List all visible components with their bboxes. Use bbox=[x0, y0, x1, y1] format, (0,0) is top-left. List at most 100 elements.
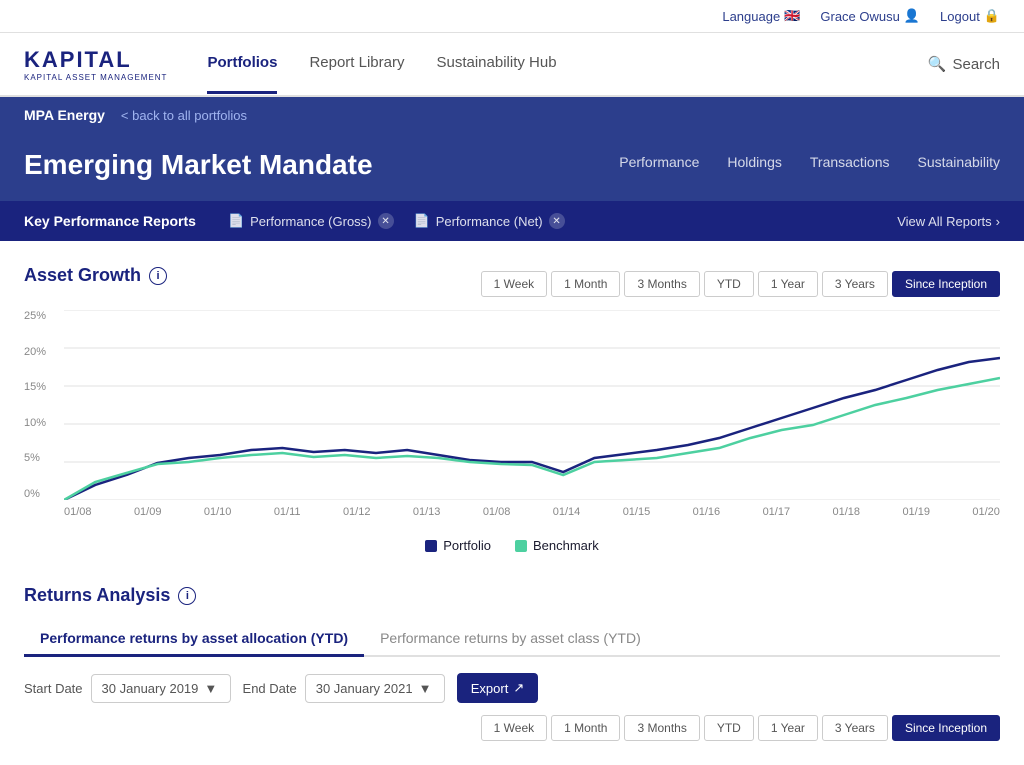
chevron-down-icon: ▼ bbox=[204, 681, 217, 696]
user-profile-link[interactable]: Grace Owusu 👤 bbox=[820, 8, 920, 24]
nav-search-button[interactable]: 🔍 Search bbox=[928, 55, 1000, 73]
end-date-select[interactable]: 30 January 2021 ▼ bbox=[305, 674, 445, 703]
start-date-control: Start Date 30 January 2019 ▼ bbox=[24, 674, 231, 703]
report-performance-gross[interactable]: 📄 Performance (Gross) ✕ bbox=[228, 213, 394, 229]
filter-since-inception[interactable]: Since Inception bbox=[892, 271, 1000, 297]
legend-portfolio-dot bbox=[425, 540, 437, 552]
x-label-0109: 01/09 bbox=[134, 506, 162, 530]
portfolio-line bbox=[64, 358, 1000, 500]
tab-sustainability[interactable]: Sustainability bbox=[918, 154, 1001, 176]
returns-time-filter: 1 Week 1 Month 3 Months YTD 1 Year 3 Yea… bbox=[481, 715, 1000, 741]
nav-portfolios[interactable]: Portfolios bbox=[207, 34, 277, 94]
start-date-label: Start Date bbox=[24, 681, 83, 696]
portfolio-title: Emerging Market Mandate bbox=[24, 149, 373, 181]
export-icon: ↗ bbox=[513, 680, 524, 696]
x-label-0120: 01/20 bbox=[972, 506, 1000, 530]
logout-label: Logout bbox=[940, 9, 980, 24]
y-label-0: 0% bbox=[24, 488, 60, 500]
filter-1week[interactable]: 1 Week bbox=[481, 271, 547, 297]
benchmark-line bbox=[64, 378, 1000, 500]
asset-growth-info-icon[interactable]: i bbox=[149, 267, 167, 285]
x-label-0111: 01/11 bbox=[274, 506, 301, 530]
flag-icon: 🇬🇧 bbox=[784, 8, 800, 24]
report-gross-close[interactable]: ✕ bbox=[378, 213, 394, 229]
x-label-0115: 01/15 bbox=[623, 506, 651, 530]
returns-filter-3months[interactable]: 3 Months bbox=[624, 715, 699, 741]
tab-performance[interactable]: Performance bbox=[619, 154, 699, 176]
key-performance-reports-title: Key Performance Reports bbox=[24, 213, 196, 229]
returns-filter-1year[interactable]: 1 Year bbox=[758, 715, 818, 741]
export-label: Export bbox=[471, 681, 509, 696]
asset-growth-time-filter: 1 Week 1 Month 3 Months YTD 1 Year 3 Yea… bbox=[481, 271, 1000, 297]
filter-3years[interactable]: 3 Years bbox=[822, 271, 888, 297]
language-link[interactable]: Language 🇬🇧 bbox=[722, 8, 800, 24]
x-label-0118: 01/18 bbox=[833, 506, 861, 530]
returns-analysis-label: Returns Analysis bbox=[24, 585, 170, 606]
returns-analysis-info-icon[interactable]: i bbox=[178, 587, 196, 605]
y-label-25: 25% bbox=[24, 310, 60, 322]
main-content: Asset Growth i 1 Week 1 Month 3 Months Y… bbox=[0, 241, 1024, 765]
asset-growth-section: Asset Growth i 1 Week 1 Month 3 Months Y… bbox=[24, 265, 1000, 553]
tab-transactions[interactable]: Transactions bbox=[810, 154, 890, 176]
y-label-20: 20% bbox=[24, 346, 60, 358]
user-name: Grace Owusu bbox=[820, 9, 899, 24]
lock-icon: 🔒 bbox=[984, 8, 1000, 24]
returns-analysis-section: Returns Analysis i Performance returns b… bbox=[24, 585, 1000, 741]
x-label-0110: 01/10 bbox=[204, 506, 232, 530]
returns-filter-3years[interactable]: 3 Years bbox=[822, 715, 888, 741]
search-label: Search bbox=[952, 56, 1000, 73]
x-label-0117: 01/17 bbox=[763, 506, 791, 530]
returns-controls: Start Date 30 January 2019 ▼ End Date 30… bbox=[24, 673, 1000, 741]
returns-filter-ytd[interactable]: YTD bbox=[704, 715, 754, 741]
chart-legend: Portfolio Benchmark bbox=[24, 538, 1000, 553]
tab-asset-allocation[interactable]: Performance returns by asset allocation … bbox=[24, 622, 364, 657]
nav-links: Portfolios Report Library Sustainability… bbox=[207, 34, 927, 94]
report-net-label: Performance (Net) bbox=[436, 214, 543, 229]
nav-report-library[interactable]: Report Library bbox=[309, 34, 404, 94]
filter-1year[interactable]: 1 Year bbox=[758, 271, 818, 297]
logout-link[interactable]: Logout 🔒 bbox=[940, 8, 1000, 24]
chart-y-labels: 25% 20% 15% 10% 5% 0% bbox=[24, 310, 60, 500]
returns-filter-since-inception[interactable]: Since Inception bbox=[892, 715, 1000, 741]
x-label-0108b: 01/08 bbox=[483, 506, 511, 530]
filter-ytd[interactable]: YTD bbox=[704, 271, 754, 297]
export-button[interactable]: Export ↗ bbox=[457, 673, 538, 703]
logo-subtitle: KAPITAL ASSET MANAGEMENT bbox=[24, 73, 167, 82]
portfolio-tabs: Performance Holdings Transactions Sustai… bbox=[619, 154, 1000, 176]
x-label-0119: 01/19 bbox=[902, 506, 930, 530]
top-bar: Language 🇬🇧 Grace Owusu 👤 Logout 🔒 bbox=[0, 0, 1024, 33]
document-icon-net: 📄 bbox=[414, 213, 430, 229]
x-label-0112: 01/12 bbox=[343, 506, 371, 530]
end-date-chevron-icon: ▼ bbox=[419, 681, 432, 696]
nav-bar: KAPITAL KAPITAL ASSET MANAGEMENT Portfol… bbox=[0, 33, 1024, 97]
view-all-reports-link[interactable]: View All Reports › bbox=[897, 214, 1000, 229]
legend-benchmark-dot bbox=[515, 540, 527, 552]
y-label-5: 5% bbox=[24, 452, 60, 464]
logo-title: KAPITAL bbox=[24, 47, 167, 73]
report-net-close[interactable]: ✕ bbox=[549, 213, 565, 229]
y-label-10: 10% bbox=[24, 417, 60, 429]
nav-sustainability-hub[interactable]: Sustainability Hub bbox=[436, 34, 556, 94]
legend-benchmark: Benchmark bbox=[515, 538, 599, 553]
chart-x-labels: 01/08 01/09 01/10 01/11 01/12 01/13 01/0… bbox=[64, 506, 1000, 530]
breadcrumb-bar: MPA Energy < back to all portfolios bbox=[0, 97, 1024, 133]
legend-portfolio-label: Portfolio bbox=[443, 538, 491, 553]
y-label-15: 15% bbox=[24, 381, 60, 393]
returns-filter-1week[interactable]: 1 Week bbox=[481, 715, 547, 741]
start-date-value: 30 January 2019 bbox=[102, 681, 199, 696]
filter-3months[interactable]: 3 Months bbox=[624, 271, 699, 297]
legend-portfolio: Portfolio bbox=[425, 538, 491, 553]
document-icon: 📄 bbox=[228, 213, 244, 229]
legend-benchmark-label: Benchmark bbox=[533, 538, 599, 553]
tab-asset-class[interactable]: Performance returns by asset class (YTD) bbox=[364, 622, 657, 657]
logo: KAPITAL KAPITAL ASSET MANAGEMENT bbox=[24, 47, 167, 82]
filter-1month[interactable]: 1 Month bbox=[551, 271, 620, 297]
x-label-0116: 01/16 bbox=[693, 506, 721, 530]
tab-holdings[interactable]: Holdings bbox=[727, 154, 781, 176]
back-to-portfolios-link[interactable]: < back to all portfolios bbox=[121, 108, 247, 123]
x-label-0114: 01/14 bbox=[553, 506, 581, 530]
user-icon: 👤 bbox=[904, 8, 920, 24]
report-performance-net[interactable]: 📄 Performance (Net) ✕ bbox=[414, 213, 565, 229]
returns-filter-1month[interactable]: 1 Month bbox=[551, 715, 620, 741]
start-date-select[interactable]: 30 January 2019 ▼ bbox=[91, 674, 231, 703]
